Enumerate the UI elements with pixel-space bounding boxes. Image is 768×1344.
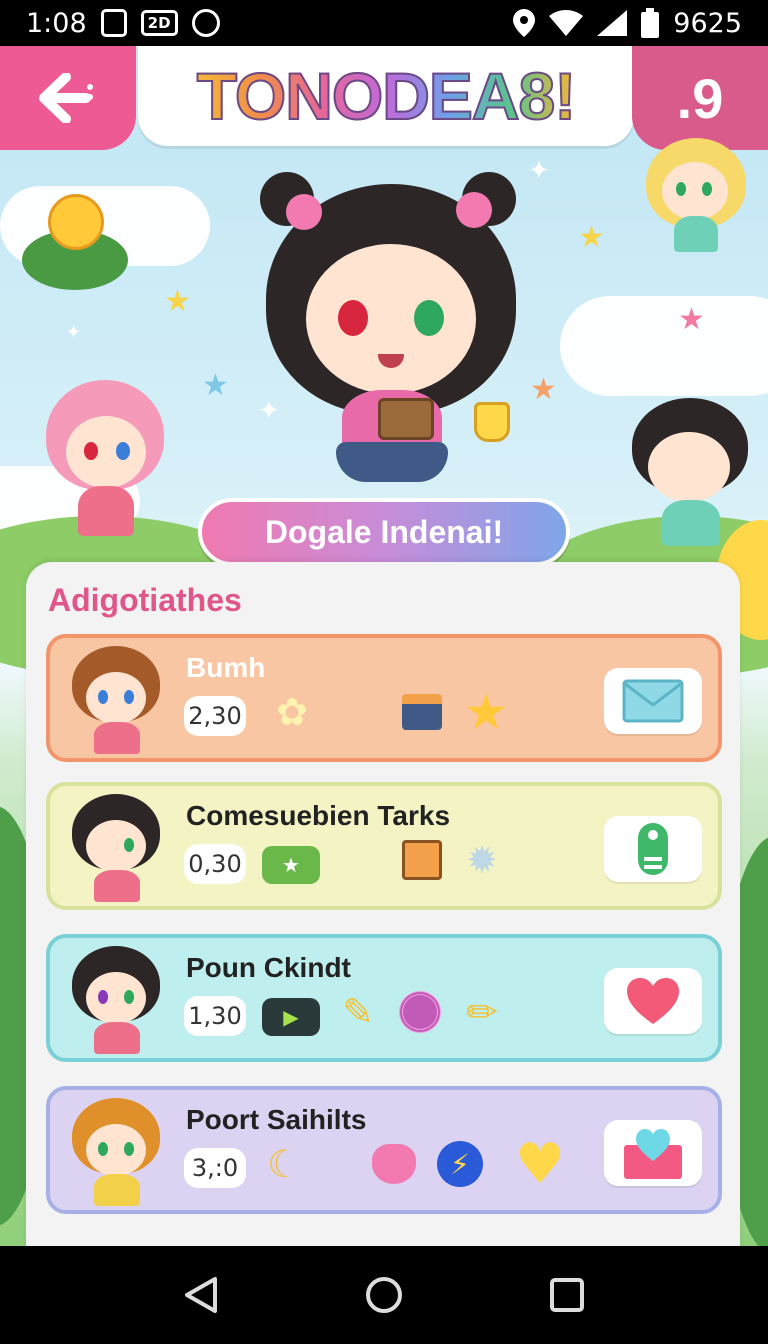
back-button[interactable] [0, 46, 136, 150]
star-icon: ★ [578, 220, 605, 255]
item-value: 1,30 [184, 996, 246, 1036]
wifi-icon [549, 10, 584, 36]
tag-button[interactable] [604, 816, 702, 882]
main-action-button[interactable]: Dogale Indenai! [198, 498, 570, 566]
star-icon: ★ [463, 683, 509, 741]
sim-icon [100, 9, 127, 37]
score-badge[interactable]: .9 [632, 46, 768, 150]
avatar [64, 1096, 168, 1208]
item-name: Poort Saihilts [186, 1104, 367, 1135]
star-tag-icon: ★ [262, 846, 320, 884]
envelope-button[interactable] [604, 668, 702, 734]
status-bar: 1:08 2D 9625 [0, 0, 768, 46]
achievements-panel: Adigotiathes Bumh 2,30 ✿ ★ Comesuebien T… [26, 562, 740, 1246]
star-icon: ★ [202, 368, 229, 403]
dice-icon [398, 836, 446, 884]
tag-icon [638, 823, 668, 875]
avatar [64, 792, 168, 904]
sparkle-icon: ✦ [66, 322, 82, 343]
heart-icon: ♥ [514, 1131, 566, 1197]
avatar [64, 644, 168, 756]
app-title: TONODEA8! [196, 58, 577, 134]
moon-star-icon: ☾ [266, 1142, 302, 1186]
gear-icon: ✹ [466, 838, 498, 882]
title-banner: TONODEA8! [138, 46, 634, 146]
cat-icon [370, 1140, 418, 1188]
heart-icon [627, 978, 679, 1024]
signal-icon [597, 10, 628, 36]
cup-icon [474, 402, 510, 442]
character-pink-hair [40, 376, 170, 556]
heart-button[interactable] [604, 968, 702, 1034]
sun-icon [22, 186, 128, 296]
navigation-bar [0, 1246, 768, 1344]
panel-title: Adigotiathes [48, 582, 242, 618]
yarn-icon [396, 988, 444, 1036]
bird-icon: ✿ [276, 690, 308, 734]
sync-icon [191, 9, 220, 37]
list-item[interactable]: Poort Saihilts 3,:0 ☾ ⚡ ♥ [46, 1086, 722, 1214]
recents-square-icon[interactable] [547, 1275, 587, 1315]
list-item[interactable]: Bumh 2,30 ✿ ★ [46, 634, 722, 762]
main-character [246, 164, 536, 504]
cloud [560, 296, 768, 396]
battery-text: 9625 [673, 7, 742, 39]
envelope-icon [622, 679, 684, 723]
card-icon [398, 688, 446, 736]
heart-envelope-icon [624, 1129, 682, 1179]
lightning-icon: ⚡ [436, 1140, 484, 1188]
item-value: 0,30 [184, 844, 246, 884]
list-item[interactable]: Poun Ckindt 1,30 ▶ ✎ ✏ [46, 934, 722, 1062]
item-name: Poun Ckindt [186, 952, 351, 983]
pencil-icon: ✏ [466, 990, 498, 1034]
avatar [64, 944, 168, 1056]
pencil-icon: ✎ [342, 990, 374, 1034]
item-name: Bumh [186, 652, 266, 683]
star-icon: ★ [678, 302, 705, 337]
play-tag-icon: ▶ [262, 998, 320, 1036]
back-arrow-icon [39, 73, 93, 123]
character-blonde [640, 136, 750, 256]
heart-envelope-button[interactable] [604, 1120, 702, 1186]
status-badge: 2D [140, 10, 178, 36]
item-name: Comesuebien Tarks [186, 800, 451, 831]
list-item[interactable]: Comesuebien Tarks 0,30 ★ ✹ [46, 782, 722, 910]
item-value: 3,:0 [184, 1148, 246, 1188]
home-circle-icon[interactable] [364, 1275, 404, 1315]
item-value: 2,30 [184, 696, 246, 736]
star-icon: ★ [164, 284, 191, 319]
back-triangle-icon[interactable] [181, 1275, 221, 1315]
battery-icon [641, 8, 660, 38]
status-time: 1:08 [26, 7, 87, 39]
app-screen: ✦ ✦ ✦ ★ ★ ★ ★ ★ TONODEA8! .9 Dogale Inde… [0, 46, 768, 1246]
location-icon [513, 9, 536, 37]
